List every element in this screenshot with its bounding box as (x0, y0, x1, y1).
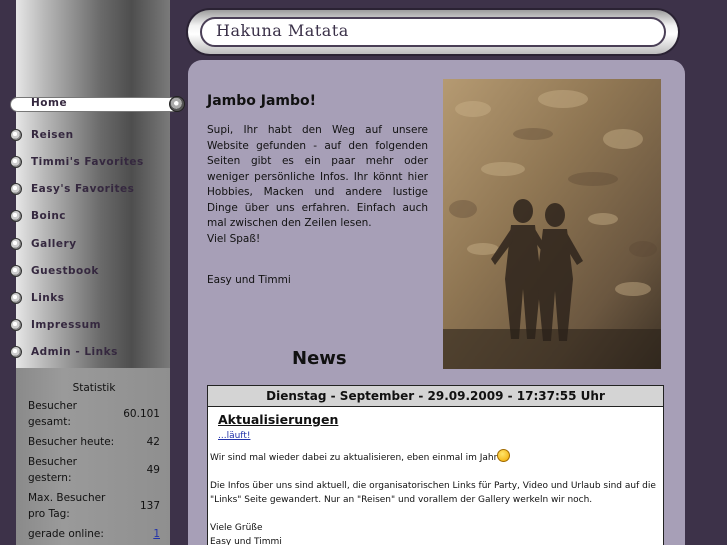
news-body: Wir sind mal wieder dabei zu aktualisier… (210, 449, 660, 545)
bullet-icon (10, 319, 22, 332)
nav-label-impressum: Impressum (31, 319, 102, 332)
nav-item-guestbook[interactable]: Guestbook (0, 257, 190, 284)
nav-label-guestbook: Guestbook (31, 264, 99, 277)
stat-value: 137 (139, 500, 160, 512)
news-signature: Easy und Timmi (210, 537, 282, 545)
news-line-1: Wir sind mal wieder dabei zu aktualisier… (210, 453, 498, 463)
nav-item-admin-links[interactable]: Admin - Links (0, 339, 190, 366)
shadow-photo (443, 79, 661, 369)
news-headline-link[interactable]: Aktualisierungen (218, 412, 338, 427)
nav-item-easys-favorites[interactable]: Easy's Favorites (0, 176, 190, 203)
nav-label-admin-links: Admin - Links (31, 346, 118, 359)
nav-item-boinc[interactable]: Boinc (0, 203, 190, 230)
bullet-icon (10, 346, 22, 359)
nav-label-home: Home (31, 97, 68, 109)
welcome-closing: Viel Spaß! (207, 232, 261, 245)
news-box: Dienstag - September - 29.09.2009 - 17:3… (207, 385, 664, 545)
news-sub-link[interactable]: ...läuft! (218, 431, 250, 441)
welcome-signature: Easy und Timmi (207, 274, 291, 286)
welcome-title: Jambo Jambo! (207, 93, 317, 109)
smiley-icon (497, 449, 511, 462)
main-nav: Home Reisen Timmi's Favorites Easy's Fav… (0, 94, 190, 366)
stat-value: 60.101 (123, 408, 160, 420)
nav-item-impressum[interactable]: Impressum (0, 312, 190, 339)
nav-label-timmis-favorites: Timmi's Favorites (31, 155, 144, 168)
news-line-2: Die Infos über uns sind aktuell, die org… (210, 481, 656, 505)
stat-label: Max. Besucher pro Tag: (28, 492, 106, 520)
nav-active-knob-icon (169, 96, 185, 112)
bullet-icon (10, 291, 22, 304)
stat-label: Besucher heute: (28, 436, 115, 448)
news-greeting: Viele Grüße (210, 523, 263, 533)
welcome-paragraph: Supi, Ihr habt den Weg auf unsere Websit… (207, 124, 428, 229)
stat-label: gerade online: (28, 528, 104, 540)
nav-label-links: Links (31, 291, 65, 304)
bullet-icon (10, 237, 22, 250)
bullet-icon (10, 264, 22, 277)
statistics-panel: Statistik Besucher gesamt: 60.101 Besuch… (28, 382, 160, 545)
nav-label-easys-favorites: Easy's Favorites (31, 183, 135, 196)
bullet-icon (10, 128, 22, 141)
nav-item-reisen[interactable]: Reisen (0, 121, 190, 148)
news-title: News (292, 348, 347, 369)
stat-value: 42 (146, 436, 160, 448)
nav-item-timmis-favorites[interactable]: Timmi's Favorites (0, 148, 190, 175)
site-title: Hakuna Matata (216, 21, 349, 40)
welcome-text: Supi, Ihr habt den Weg auf unsere Websit… (207, 123, 428, 247)
bullet-icon (10, 210, 22, 223)
nav-label-gallery: Gallery (31, 237, 77, 250)
nav-item-home[interactable]: Home (0, 94, 190, 121)
news-date-header: Dienstag - September - 29.09.2009 - 17:3… (208, 386, 663, 407)
nav-label-reisen: Reisen (31, 128, 74, 141)
stat-row: Besucher gesamt: 60.101 (28, 398, 160, 430)
stat-label: Besucher gestern: (28, 456, 77, 484)
online-count-link[interactable]: 1 (153, 526, 160, 542)
stats-title: Statistik (72, 382, 116, 394)
bullet-icon (10, 183, 22, 196)
stat-row: Besucher gestern: 49 (28, 454, 160, 486)
stat-row: Besucher heute: 42 (28, 434, 160, 450)
shadow-photo-image (443, 79, 661, 369)
bullet-icon (10, 155, 22, 168)
nav-item-links[interactable]: Links (0, 284, 190, 311)
nav-label-boinc: Boinc (31, 210, 67, 223)
stat-value: 49 (146, 464, 160, 476)
nav-item-gallery[interactable]: Gallery (0, 230, 190, 257)
stat-label: Besucher gesamt: (28, 400, 77, 428)
stat-row: gerade online: 1 (28, 526, 160, 542)
stat-row: Max. Besucher pro Tag: 137 (28, 490, 160, 522)
